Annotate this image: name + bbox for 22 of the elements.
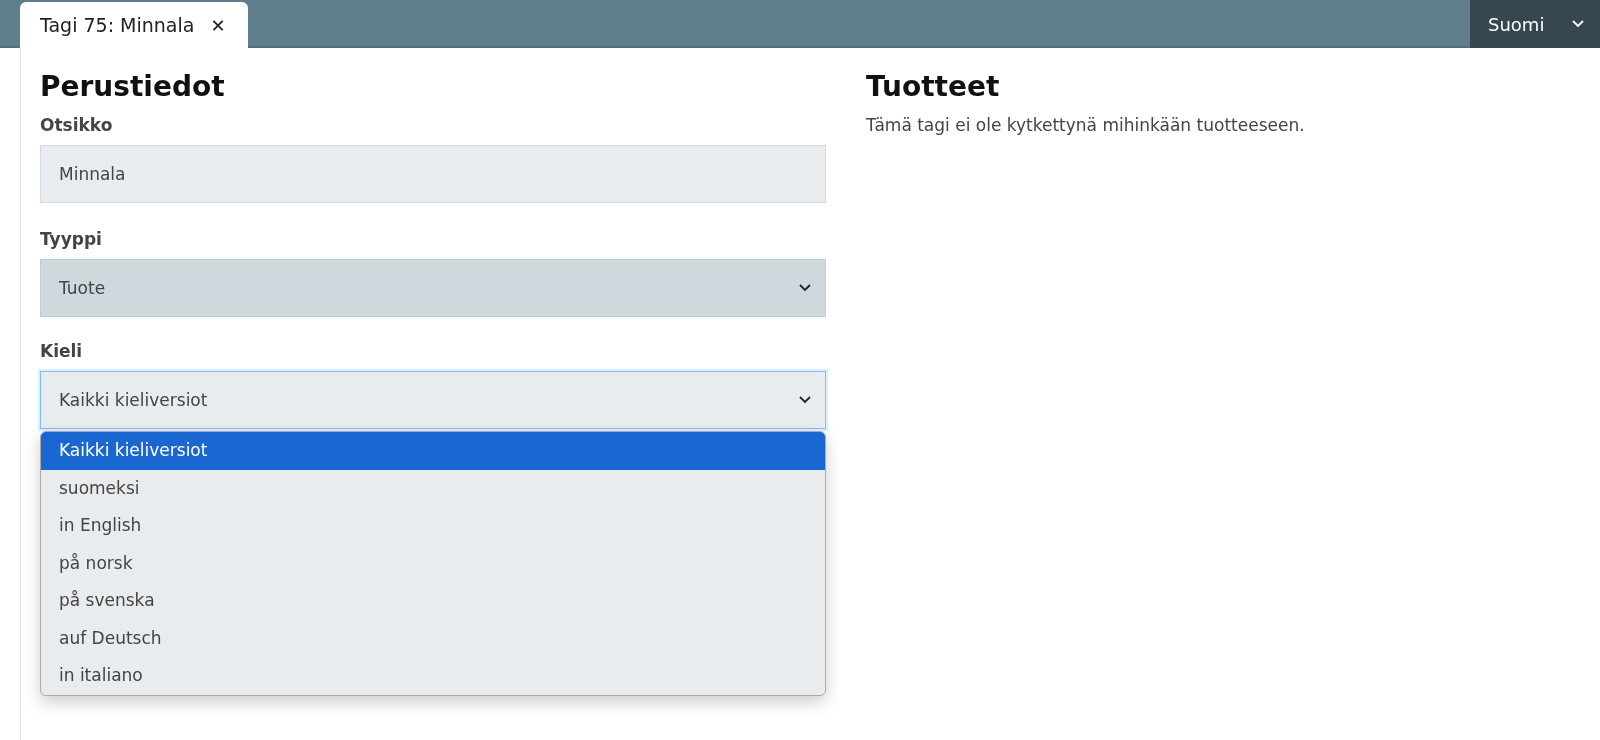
dropdown-option[interactable]: in English <box>41 507 825 545</box>
chevron-icon <box>1572 20 1585 28</box>
field-label: Kieli <box>40 341 84 361</box>
dropdown-option[interactable]: på svenska <box>41 582 825 620</box>
chevron-icon <box>799 396 811 404</box>
language-field-select[interactable]: Kaikki kieliversiot <box>40 371 826 429</box>
field-label: Tyyppi <box>40 229 103 249</box>
type-select[interactable]: Tuote <box>40 259 826 317</box>
dropdown-option[interactable]: på norsk <box>41 544 825 582</box>
empty-message: Tämä tagi ei ole kytkettynä mihinkään tuotteeseen. <box>866 115 1305 135</box>
close-icon[interactable]: ✕ <box>210 14 226 36</box>
title-field[interactable]: Minnala <box>40 145 826 203</box>
tab[interactable]: Tagi 75: Minnala ✕ <box>20 2 248 48</box>
section-heading: Perustiedot <box>40 70 226 103</box>
chevron-icon <box>799 284 811 292</box>
dropdown-option[interactable]: Kaikki kieliversiot <box>41 432 825 470</box>
section-heading: Tuotteet <box>866 70 1001 103</box>
field-label: Otsikko <box>40 115 114 135</box>
language-select[interactable]: Suomi <box>1470 0 1600 48</box>
dropdown-option[interactable]: auf Deutsch <box>41 619 825 657</box>
dropdown-option[interactable]: in italiano <box>41 657 825 695</box>
dropdown-option[interactable]: suomeksi <box>41 469 825 507</box>
